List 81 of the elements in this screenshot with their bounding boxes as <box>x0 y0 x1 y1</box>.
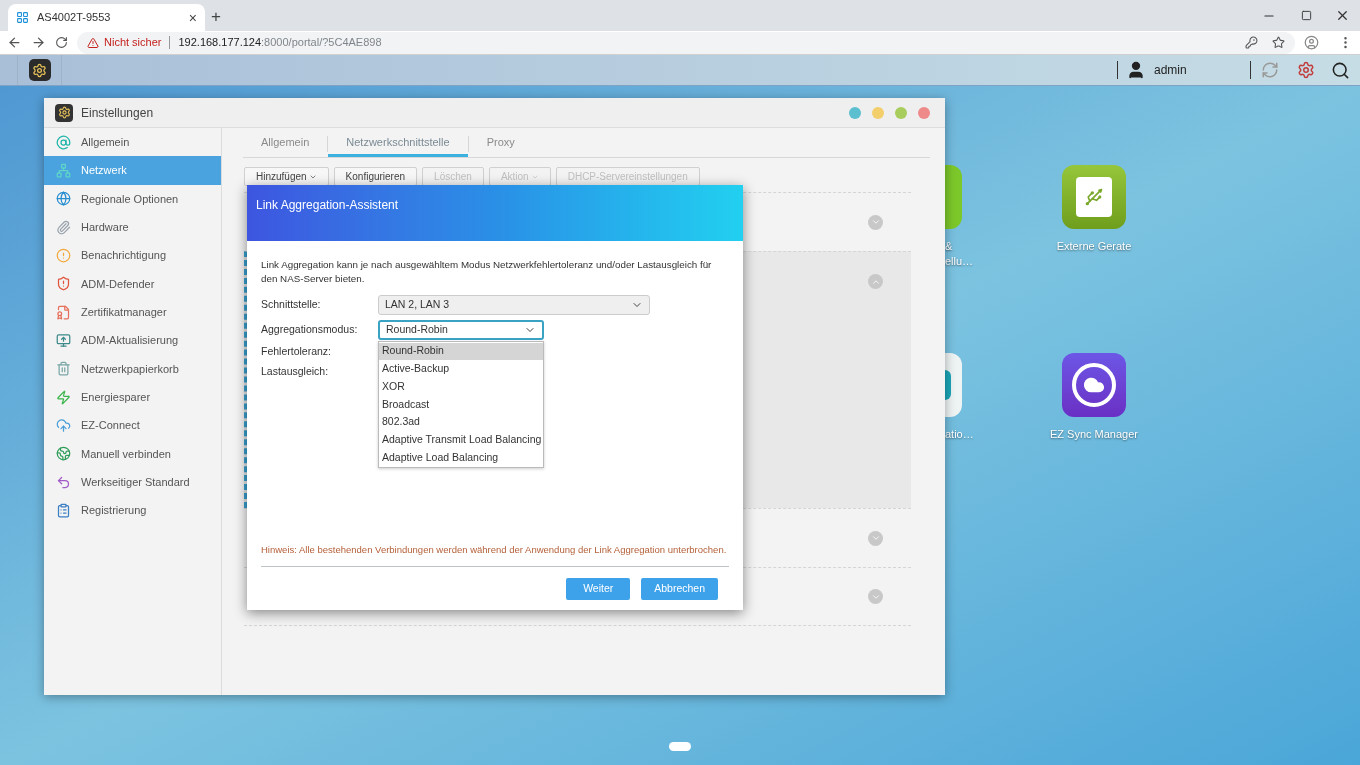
toolbar-button[interactable]: Hinzufügen <box>244 167 329 186</box>
undo-arrow-icon <box>56 474 71 490</box>
reload-icon[interactable] <box>55 36 68 49</box>
sidebar-item[interactable]: Regionale Optionen <box>44 184 221 214</box>
field-label: Schnittstelle: <box>261 296 322 312</box>
dialog-description: Link Aggregation kann je nach ausgewähltem Modus Netzwerkfehlertoleranz und/oder Lastausgleich für den NAS-Server bieten. <box>261 258 713 286</box>
app-label: EZ Sync Manager <box>1049 427 1138 442</box>
sidebar-item[interactable]: Registrierung <box>44 496 221 525</box>
profile-icon[interactable] <box>1304 35 1319 50</box>
close-icon[interactable] <box>1335 8 1350 23</box>
sidebar-item[interactable]: Hardware <box>44 213 221 242</box>
app-icon-tile[interactable] <box>945 353 962 417</box>
field-label: Lastausgleich: <box>261 364 330 380</box>
browser-tab[interactable]: AS4002T-9553 × <box>8 4 205 31</box>
new-tab-button[interactable]: + <box>211 8 221 25</box>
settings-app-icon <box>55 103 73 122</box>
sidebar-item[interactable]: Netzwerkpapierkorb <box>44 354 221 384</box>
app-label: & <box>945 239 953 254</box>
app-label: Externe Gerate <box>1056 239 1132 254</box>
app-label: atio… <box>945 427 974 442</box>
window-title: Einstellungen <box>81 104 154 122</box>
dropdown-option[interactable]: 802.3ad <box>379 413 543 431</box>
at-sign-icon <box>56 134 71 150</box>
dropdown-option[interactable]: Active-Backup <box>379 360 543 378</box>
cloud-upload-icon <box>56 418 71 434</box>
dropdown-option[interactable]: Adaptive Load Balancing <box>379 448 543 467</box>
user-icon[interactable] <box>1126 60 1146 80</box>
warning-icon <box>87 36 99 49</box>
sidebar-item[interactable]: EZ-Connect <box>44 411 221 440</box>
dock-handle[interactable] <box>669 742 691 751</box>
settings-app-button[interactable] <box>28 59 51 81</box>
user-name[interactable]: admin <box>1154 61 1250 79</box>
app-icon-tile[interactable] <box>945 165 962 229</box>
dropdown-option[interactable]: Adaptive Transmit Load Balancing <box>379 430 543 449</box>
globe-icon <box>56 191 71 207</box>
dropdown-select[interactable]: Round-Robin <box>378 319 544 340</box>
bookmark-star-icon[interactable] <box>1272 36 1285 49</box>
lightning-icon <box>56 389 71 405</box>
sidebar-item[interactable]: Energiesparer <box>44 383 221 412</box>
field-label: Aggregationsmodus: <box>261 321 359 337</box>
usb-drive-icon[interactable] <box>1062 165 1126 229</box>
gear-icon[interactable] <box>1297 61 1315 79</box>
chevron-down-icon <box>870 533 881 543</box>
dropdown-option[interactable]: XOR <box>379 377 543 396</box>
chevron-down-icon <box>870 217 881 227</box>
sidebar-item[interactable]: ADM-Aktualisierung <box>44 326 221 355</box>
field-label: Fehlertoleranz: <box>261 344 333 360</box>
tab-title: AS4002T-9553 <box>37 10 112 26</box>
clipboard-icon <box>56 503 71 519</box>
paperclip-icon <box>56 219 71 235</box>
warning-note: Hinweis: Alle bestehenden Verbindungen werden während der Anwendung der Link Aggregation unterbrochen. <box>261 542 728 557</box>
sidebar-item[interactable]: Werkseitiger Standard <box>44 468 221 497</box>
sidebar-item[interactable]: ADM-Defender <box>44 269 221 299</box>
tab-close[interactable]: × <box>188 10 197 25</box>
sidebar-item[interactable]: Manuell verbinden <box>44 439 221 469</box>
network-icon <box>56 163 71 178</box>
back-icon[interactable] <box>7 35 22 50</box>
sidebar-item[interactable]: Zertifikatmanager <box>44 298 221 327</box>
certificate-icon <box>56 304 71 320</box>
url-text: 192.168.177.124:8000/portal/?5C4AE898 <box>178 35 382 51</box>
sidebar-item[interactable]: Allgemein <box>44 128 221 157</box>
dropdown-option[interactable]: Broadcast <box>379 395 543 414</box>
earth-icon <box>56 446 71 462</box>
monitor-upload-icon <box>56 333 71 349</box>
refresh-icon[interactable] <box>1261 61 1279 79</box>
key-icon[interactable] <box>1245 36 1258 49</box>
app-favicon-icon <box>16 11 29 24</box>
dropdown-select[interactable]: LAN 2, LAN 3 <box>378 294 650 315</box>
maximize-icon[interactable] <box>1301 10 1312 21</box>
forward-icon[interactable] <box>31 35 46 50</box>
sidebar-item[interactable]: Benachrichtigung <box>44 241 221 270</box>
cloud-sync-icon[interactable] <box>1062 353 1126 417</box>
address-field[interactable]: Nicht sicher 192.168.177.124:8000/portal/?5C4AE898 <box>77 31 1295 54</box>
alert-icon <box>56 248 71 264</box>
dropdown-option[interactable]: Round-Robin <box>379 342 543 361</box>
app-label: ellu… <box>945 254 974 269</box>
search-icon[interactable] <box>1331 60 1350 80</box>
dialog-title: Link Aggregation-Assistent <box>256 198 399 212</box>
shield-icon <box>56 276 71 292</box>
trash-icon <box>56 361 71 377</box>
security-warning: Nicht sicher <box>104 35 162 51</box>
